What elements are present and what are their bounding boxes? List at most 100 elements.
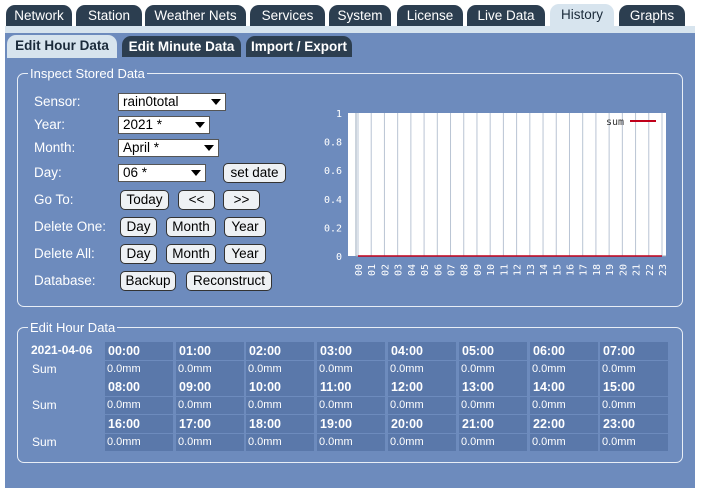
sum-label-row-1: Sum — [32, 362, 57, 376]
hour-label: 02:00 — [246, 342, 314, 360]
hour-value-field[interactable]: 0.0mm — [105, 434, 173, 451]
sum-chart: 0 0.2 0.4 0.6 0.8 1 00 01 02 03 04 05 06 07 08 09 10 11 12… — [324, 109, 669, 276]
tab-services[interactable]: Services — [250, 5, 325, 27]
x-tick-label: 16 — [565, 264, 576, 276]
hour-value-field[interactable]: 0.0mm — [317, 397, 385, 414]
hour-value-field[interactable]: 0.0mm — [388, 361, 456, 378]
goto-label: Go To: — [34, 192, 74, 207]
month-label: Month: — [34, 140, 76, 155]
hour-value-field[interactable]: 0.0mm — [600, 397, 668, 414]
next-button[interactable]: >> — [223, 190, 260, 210]
tab-license[interactable]: License — [397, 5, 463, 27]
backup-button[interactable]: Backup — [120, 271, 176, 291]
hour-label: 07:00 — [600, 342, 668, 360]
x-tick-label: 02 — [380, 264, 391, 276]
hour-label: 09:00 — [176, 378, 244, 396]
hour-label: 01:00 — [176, 342, 244, 360]
hour-value-field[interactable]: 0.0mm — [176, 434, 244, 451]
x-tick-label: 15 — [552, 264, 563, 276]
hour-label: 14:00 — [530, 378, 598, 396]
tab-history[interactable]: History — [550, 4, 614, 28]
sum-label-row-3: Sum — [32, 435, 57, 449]
today-button[interactable]: Today — [120, 190, 169, 210]
reconstruct-button[interactable]: Reconstruct — [186, 271, 272, 291]
x-tick-label: 20 — [618, 264, 629, 276]
y-tick-label: 0.8 — [324, 138, 342, 149]
sensor-label: Sensor: — [34, 94, 81, 109]
delete-all-label: Delete All: — [34, 246, 95, 261]
x-tick-label: 01 — [367, 264, 378, 276]
tab-network[interactable]: Network — [6, 5, 72, 27]
chevron-down-icon — [211, 99, 221, 105]
hour-value-field[interactable]: 0.0mm — [388, 434, 456, 451]
hour-label: 17:00 — [176, 415, 244, 433]
hour-label: 11:00 — [317, 378, 385, 396]
day-select[interactable]: 06 * — [118, 164, 206, 182]
delete-all-year-button[interactable]: Year — [224, 244, 266, 264]
hour-label: 15:00 — [600, 378, 668, 396]
x-tick-label: 17 — [579, 264, 590, 276]
hour-value-field[interactable]: 0.0mm — [530, 434, 598, 451]
database-label: Database: — [34, 273, 96, 288]
edit-date: 2021-04-06 — [31, 343, 93, 357]
hour-label: 10:00 — [246, 378, 314, 396]
hour-value-field[interactable]: 0.0mm — [246, 434, 314, 451]
delete-one-year-button[interactable]: Year — [224, 217, 266, 237]
hour-label: 19:00 — [317, 415, 385, 433]
tab-weather-nets[interactable]: Weather Nets — [145, 5, 246, 27]
hour-value-field[interactable]: 0.0mm — [246, 361, 314, 378]
hour-value-field[interactable]: 0.0mm — [317, 434, 385, 451]
hour-value-field[interactable]: 0.0mm — [246, 397, 314, 414]
x-tick-label: 19 — [605, 264, 616, 276]
hour-value-field[interactable]: 0.0mm — [530, 361, 598, 378]
hour-value-field[interactable]: 0.0mm — [459, 434, 527, 451]
month-select[interactable]: April * — [118, 139, 219, 157]
hour-value-field[interactable]: 0.0mm — [459, 361, 527, 378]
hour-value-field[interactable]: 0.0mm — [176, 361, 244, 378]
hour-value-field[interactable]: 0.0mm — [105, 361, 173, 378]
tab-system[interactable]: System — [329, 5, 391, 27]
hour-label: 18:00 — [246, 415, 314, 433]
hour-value-field[interactable]: 0.0mm — [459, 397, 527, 414]
x-tick-label: 06 — [433, 264, 444, 276]
hour-value-field[interactable]: 0.0mm — [530, 397, 598, 414]
hour-label: 03:00 — [317, 342, 385, 360]
subtab-edit-minute-data[interactable]: Edit Minute Data — [122, 36, 241, 57]
tab-live-data[interactable]: Live Data — [467, 5, 545, 27]
y-tick-label: 0.4 — [324, 195, 342, 206]
subtab-import-export[interactable]: Import / Export — [246, 36, 352, 57]
chevron-down-icon — [195, 122, 205, 128]
hour-value-field[interactable]: 0.0mm — [317, 361, 385, 378]
hour-value-field[interactable]: 0.0mm — [105, 397, 173, 414]
x-tick-label: 09 — [473, 264, 484, 276]
delete-all-month-button[interactable]: Month — [166, 244, 216, 264]
sensor-select[interactable]: rain0total — [118, 93, 226, 111]
previous-button[interactable]: << — [178, 190, 215, 210]
day-label: Day: — [34, 165, 62, 180]
x-tick-label: 07 — [447, 264, 458, 276]
delete-one-month-button[interactable]: Month — [166, 217, 216, 237]
hour-label: 06:00 — [530, 342, 598, 360]
sum-label-row-2: Sum — [32, 398, 57, 412]
hour-label: 23:00 — [600, 415, 668, 433]
y-tick-label: 0.6 — [324, 166, 342, 177]
set-date-button[interactable]: set date — [223, 163, 286, 183]
year-select[interactable]: 2021 * — [118, 116, 210, 134]
year-label: Year: — [34, 117, 66, 132]
delete-one-day-button[interactable]: Day — [120, 217, 157, 237]
hour-value-field[interactable]: 0.0mm — [388, 397, 456, 414]
hour-value-field[interactable]: 0.0mm — [600, 361, 668, 378]
tab-station[interactable]: Station — [76, 5, 142, 27]
hour-label: 16:00 — [105, 415, 173, 433]
inspect-legend: Inspect Stored Data — [28, 66, 147, 81]
tab-graphs[interactable]: Graphs — [619, 5, 685, 27]
hour-label: 22:00 — [530, 415, 598, 433]
hour-value-field[interactable]: 0.0mm — [176, 397, 244, 414]
hour-label: 21:00 — [459, 415, 527, 433]
delete-all-day-button[interactable]: Day — [120, 244, 157, 264]
subtab-edit-hour-data[interactable]: Edit Hour Data — [7, 35, 117, 58]
x-tick-label: 14 — [539, 264, 550, 276]
hour-value-field[interactable]: 0.0mm — [600, 434, 668, 451]
x-tick-label: 03 — [394, 264, 405, 276]
x-tick-label: 12 — [513, 264, 524, 276]
